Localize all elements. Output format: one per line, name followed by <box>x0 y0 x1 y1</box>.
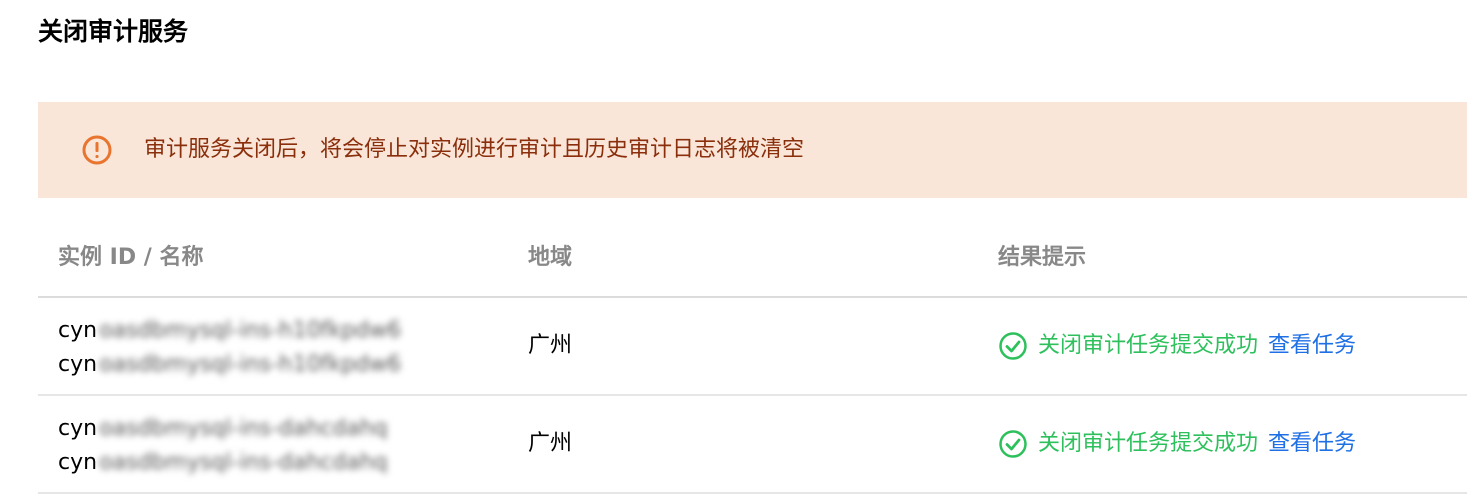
alert-message: 审计服务关闭后，将会停止对实例进行审计且历史审计日志将被清空 <box>144 137 805 162</box>
instance-table: 实例 ID / 名称 地域 结果提示 cyn oasdbmysql-ins-h10… <box>38 222 1467 494</box>
column-header-result: 结果提示 <box>998 245 1087 270</box>
warning-alert: 审计服务关闭后，将会停止对实例进行审计且历史审计日志将被清空 <box>38 102 1467 198</box>
instance-name-prefix: cyn <box>58 352 98 377</box>
instance-name-redacted: oasdbmysql-ins-dahcdahq <box>99 450 388 475</box>
result-status: 关闭审计任务提交成功 <box>1038 431 1259 456</box>
table-row: cyn oasdbmysql-ins-dahcdahq cyn oasdbmysql… <box>38 396 1467 494</box>
warning-circle-icon <box>81 134 113 166</box>
instance-name-redacted: oasdbmysql-ins-h10fkpdw6 <box>99 352 402 377</box>
region-cell: 广州 <box>528 333 573 358</box>
check-circle-icon <box>998 331 1028 361</box>
instance-id-prefix: cyn <box>58 416 98 441</box>
view-task-link[interactable]: 查看任务 <box>1268 330 1356 362</box>
instance-id-prefix: cyn <box>58 318 98 343</box>
dialog-title: 关闭审计服务 <box>38 17 189 46</box>
instance-id-cell: cyn oasdbmysql-ins-h10fkpdw6 cyn oasdbmysq… <box>58 314 401 382</box>
column-header-instance: 实例 ID / 名称 <box>58 245 204 270</box>
check-circle-icon <box>998 429 1028 459</box>
view-task-link[interactable]: 查看任务 <box>1268 428 1356 460</box>
instance-name: cyn oasdbmysql-ins-h10fkpdw6 <box>58 348 401 382</box>
instance-id: cyn oasdbmysql-ins-h10fkpdw6 <box>58 314 401 348</box>
result-cell: 关闭审计任务提交成功 查看任务 <box>998 428 1356 460</box>
result-cell: 关闭审计任务提交成功 查看任务 <box>998 330 1356 362</box>
instance-id-cell: cyn oasdbmysql-ins-dahcdahq cyn oasdbmysql… <box>58 412 388 480</box>
instance-id-redacted: oasdbmysql-ins-dahcdahq <box>99 416 388 441</box>
instance-id-redacted: oasdbmysql-ins-h10fkpdw6 <box>99 318 402 343</box>
instance-name: cyn oasdbmysql-ins-dahcdahq <box>58 446 388 480</box>
column-header-region: 地域 <box>528 245 573 270</box>
instance-name-prefix: cyn <box>58 450 98 475</box>
region-cell: 广州 <box>528 431 573 456</box>
table-header: 实例 ID / 名称 地域 结果提示 <box>38 222 1467 298</box>
close-audit-dialog: 关闭审计服务 审计服务关闭后，将会停止对实例进行审计且历史审计日志将被清空 实例… <box>0 0 1467 496</box>
result-status: 关闭审计任务提交成功 <box>1038 333 1259 358</box>
table-row: cyn oasdbmysql-ins-h10fkpdw6 cyn oasdbmysq… <box>38 298 1467 396</box>
instance-id: cyn oasdbmysql-ins-dahcdahq <box>58 412 388 446</box>
